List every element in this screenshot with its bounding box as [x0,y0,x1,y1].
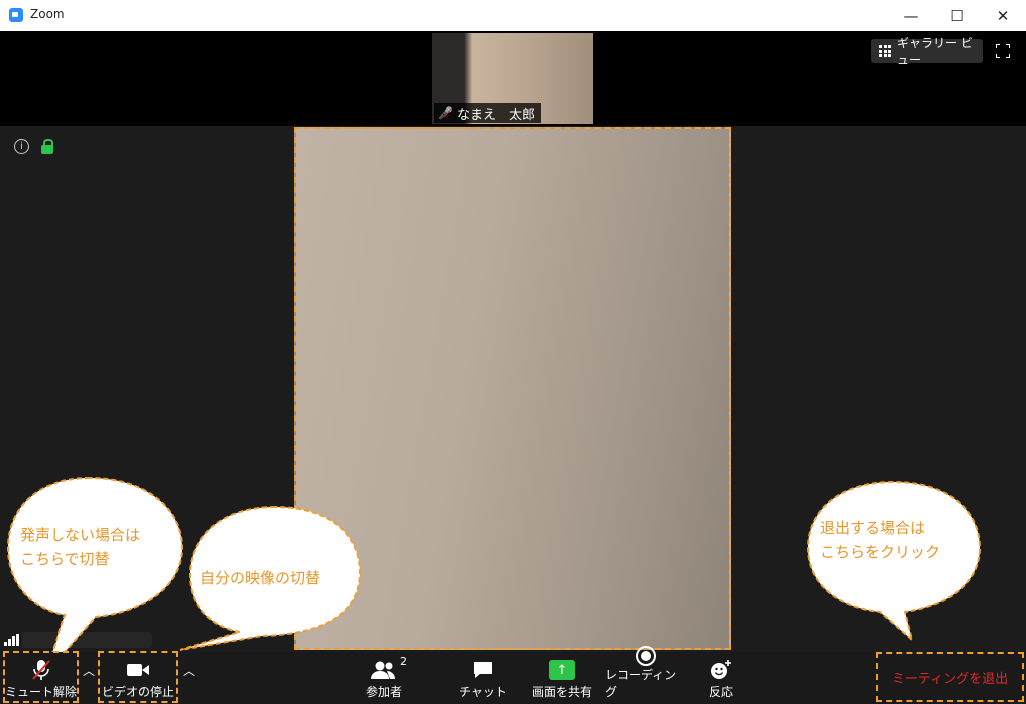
thumbnail-name-label: 🎤̸ なまえ 太郎 [434,103,541,123]
chat-button[interactable]: チャット [455,652,511,704]
reactions-button[interactable]: 反応 [700,652,742,704]
share-screen-icon: ↑ [549,657,575,683]
grid-icon [879,45,891,57]
chat-label: チャット [459,685,507,699]
leave-annotation: 退出する場合は こちらをクリック [820,519,941,561]
gallery-view-label: ギャラリー ビュー [897,36,973,67]
participants-label: 参加者 [365,685,402,699]
reactions-label: 反応 [708,685,733,699]
smiley-plus-icon [709,657,733,683]
share-screen-button[interactable]: ↑ 画面を共有 [526,652,598,704]
signal-strength-icon [4,634,20,646]
unmute-highlight [3,651,79,703]
gallery-view-button[interactable]: ギャラリー ビュー [871,36,983,67]
title-bar [0,0,1026,31]
recording-button[interactable]: レコーディング [605,646,687,704]
maximize-button[interactable]: ☐ [934,0,980,31]
leave-meeting-button[interactable]: ミーティングを退出 [876,652,1024,702]
participant-name: なまえ 太郎 [456,107,535,123]
zoom-logo-icon [9,8,23,22]
window-title: Zoom [30,7,65,21]
video-annotation: 自分の映像の切替 [200,569,321,587]
self-name-label [22,632,152,648]
chat-icon [472,657,494,683]
recording-label: レコーディング [605,668,677,699]
participant-count-badge: 2 [400,655,407,668]
fullscreen-icon[interactable] [995,43,1012,60]
close-button[interactable]: ✕ [980,0,1026,31]
record-icon [636,646,656,666]
info-icon[interactable]: i [14,139,29,154]
share-screen-label: 画面を共有 [531,685,592,699]
video-highlight [98,651,178,703]
video-options-chevron-up-icon[interactable]: ︿ [183,662,195,679]
mute-annotation: 発声しない場合は こちらで切替 [20,526,141,568]
minimize-button[interactable]: — [888,0,934,31]
active-speaker-video [294,127,731,650]
mic-muted-icon: 🎤̸ [438,106,453,120]
lock-icon[interactable] [41,139,53,154]
participants-icon [370,657,398,683]
audio-options-chevron-up-icon[interactable]: ︿ [83,662,95,679]
